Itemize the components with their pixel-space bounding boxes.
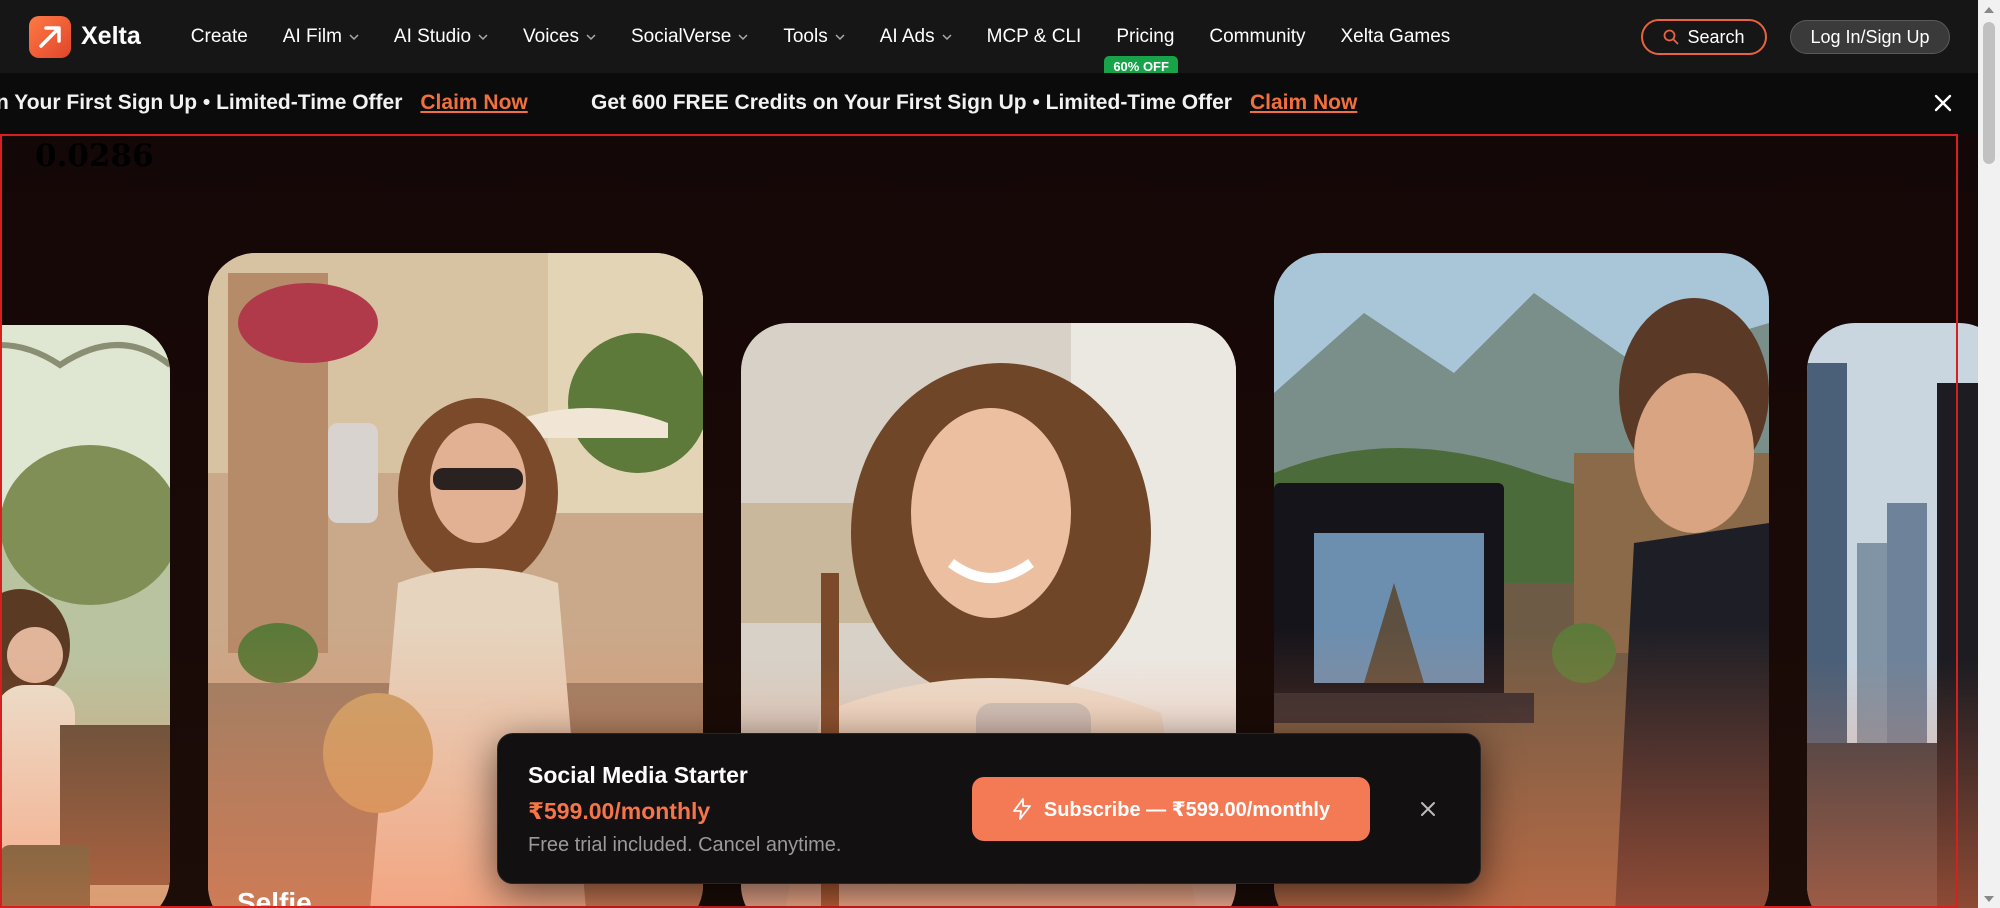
card-glow <box>0 655 170 908</box>
top-navbar: Xelta Create AI Film AI Studio Voices So… <box>0 0 1978 77</box>
chevron-down-icon <box>738 33 748 40</box>
scroll-down-icon[interactable] <box>1984 896 1994 902</box>
banner-text: Get 600 FREE Credits on Your First Sign … <box>591 91 1232 114</box>
nav-mcp-cli[interactable]: MCP & CLI <box>987 26 1082 48</box>
nav-ai-ads[interactable]: AI Ads <box>880 26 952 48</box>
claim-now-link[interactable]: Claim Now <box>1250 91 1357 115</box>
nav-create[interactable]: Create <box>191 26 248 48</box>
nav-ai-studio[interactable]: AI Studio <box>394 26 488 48</box>
claim-now-link[interactable]: Claim Now <box>420 91 527 115</box>
debug-value: 0.0286 <box>35 138 154 174</box>
scroll-up-icon[interactable] <box>1984 7 1994 13</box>
promo-banner: n Your First Sign Up • Limited-Time Offe… <box>0 73 1978 133</box>
carousel-card-city[interactable] <box>1807 323 2000 908</box>
plan-name: Social Media Starter <box>528 762 748 788</box>
brand-logo[interactable]: Xelta <box>29 15 141 58</box>
chevron-down-icon <box>586 33 596 40</box>
brand-name: Xelta <box>81 22 141 50</box>
chevron-down-icon <box>835 33 845 40</box>
banner-item-previous: n Your First Sign Up • Limited-Time Offe… <box>0 73 528 133</box>
subscribe-popup: Social Media Starter ₹599.00/monthly Fre… <box>497 733 1481 884</box>
nav-voices[interactable]: Voices <box>523 26 596 48</box>
main-menu: Create AI Film AI Studio Voices SocialVe… <box>191 26 1486 77</box>
close-icon[interactable] <box>1932 92 1954 114</box>
plan-note: Free trial included. Cancel anytime. <box>528 834 842 856</box>
carousel-card-cafe[interactable] <box>0 325 170 908</box>
nav-community[interactable]: Community <box>1209 26 1305 48</box>
login-signup-button[interactable]: Log In/Sign Up <box>1790 20 1950 54</box>
lightning-icon <box>1012 798 1031 820</box>
close-icon[interactable] <box>1418 799 1438 819</box>
nav-xelta-games[interactable]: Xelta Games <box>1340 26 1450 48</box>
banner-text: n Your First Sign Up • Limited-Time Offe… <box>0 91 403 114</box>
card-glow <box>1807 658 2000 908</box>
banner-item-current: Get 600 FREE Credits on Your First Sign … <box>591 73 1357 133</box>
card-label-selfie: Selfie <box>237 887 312 908</box>
chevron-down-icon <box>942 33 952 40</box>
nav-tools[interactable]: Tools <box>783 26 845 48</box>
nav-ai-film[interactable]: AI Film <box>283 26 359 48</box>
subscribe-label: Subscribe — ₹599.00/monthly <box>1043 798 1331 821</box>
search-label: Search <box>1687 26 1745 47</box>
xelta-logo-icon <box>29 15 71 58</box>
nav-socialverse[interactable]: SocialVerse <box>631 26 748 48</box>
search-button[interactable]: Search <box>1641 19 1767 55</box>
subscribe-button[interactable]: Subscribe — ₹599.00/monthly <box>972 777 1370 841</box>
scroll-thumb[interactable] <box>1983 22 1995 164</box>
chevron-down-icon <box>478 33 488 40</box>
plan-price: ₹599.00/monthly <box>528 798 711 824</box>
chevron-down-icon <box>349 33 359 40</box>
nav-pricing[interactable]: Pricing 60% OFF <box>1104 26 1178 77</box>
search-icon <box>1664 29 1679 45</box>
page-scrollbar[interactable] <box>1978 0 2000 908</box>
